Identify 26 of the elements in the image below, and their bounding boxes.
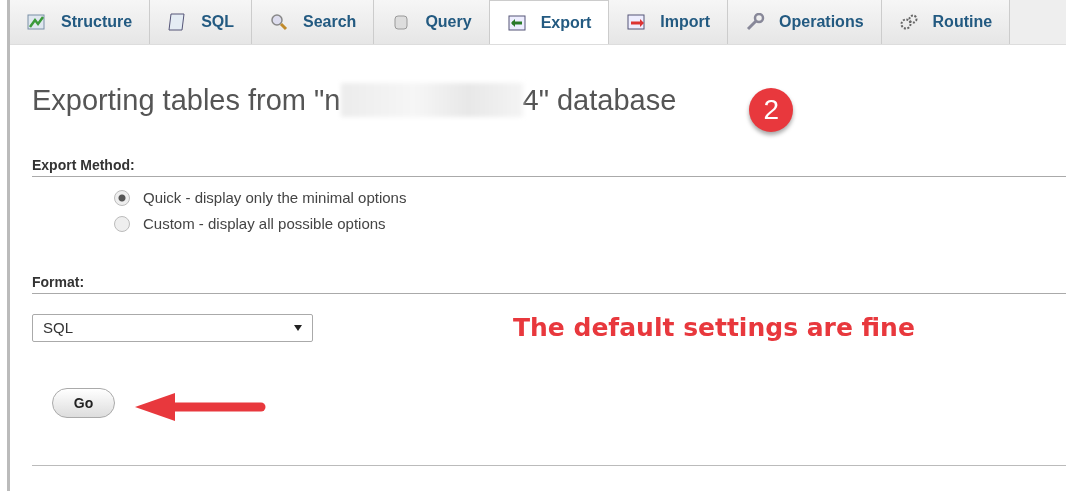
tab[interactable]: Query (374, 0, 490, 44)
tab[interactable]: Search (252, 0, 375, 44)
gears-icon (898, 13, 919, 31)
table-export-icon (506, 13, 527, 32)
page-title: Exporting tables from "n 4" database (32, 83, 677, 117)
section-heading: Export Method: (32, 157, 1066, 177)
tab[interactable]: SQL (150, 0, 252, 44)
radio-button[interactable] (114, 189, 130, 206)
tab[interactable]: Operations (728, 0, 882, 44)
radio-button[interactable] (114, 215, 130, 232)
document-icon (167, 13, 188, 31)
option-label: Quick - display only the minimal options (143, 189, 407, 206)
annotation-text: The default settings are fine (513, 313, 915, 342)
step-badge: 2 (749, 88, 794, 132)
go-button[interactable]: Go (52, 388, 115, 418)
tab[interactable]: Structure (10, 0, 151, 44)
caret-icon (294, 324, 302, 331)
tab[interactable]: Routine (881, 0, 1011, 44)
section-heading: Format: (32, 274, 1066, 294)
table-import-icon (626, 13, 647, 31)
tab[interactable]: Import (609, 0, 729, 44)
tab[interactable]: Export (489, 0, 610, 44)
search-icon (269, 13, 289, 31)
format-dropdown[interactable]: SQL (32, 313, 313, 342)
chart-icon (27, 13, 47, 31)
option-label: Custom - display all possible options (143, 215, 386, 232)
